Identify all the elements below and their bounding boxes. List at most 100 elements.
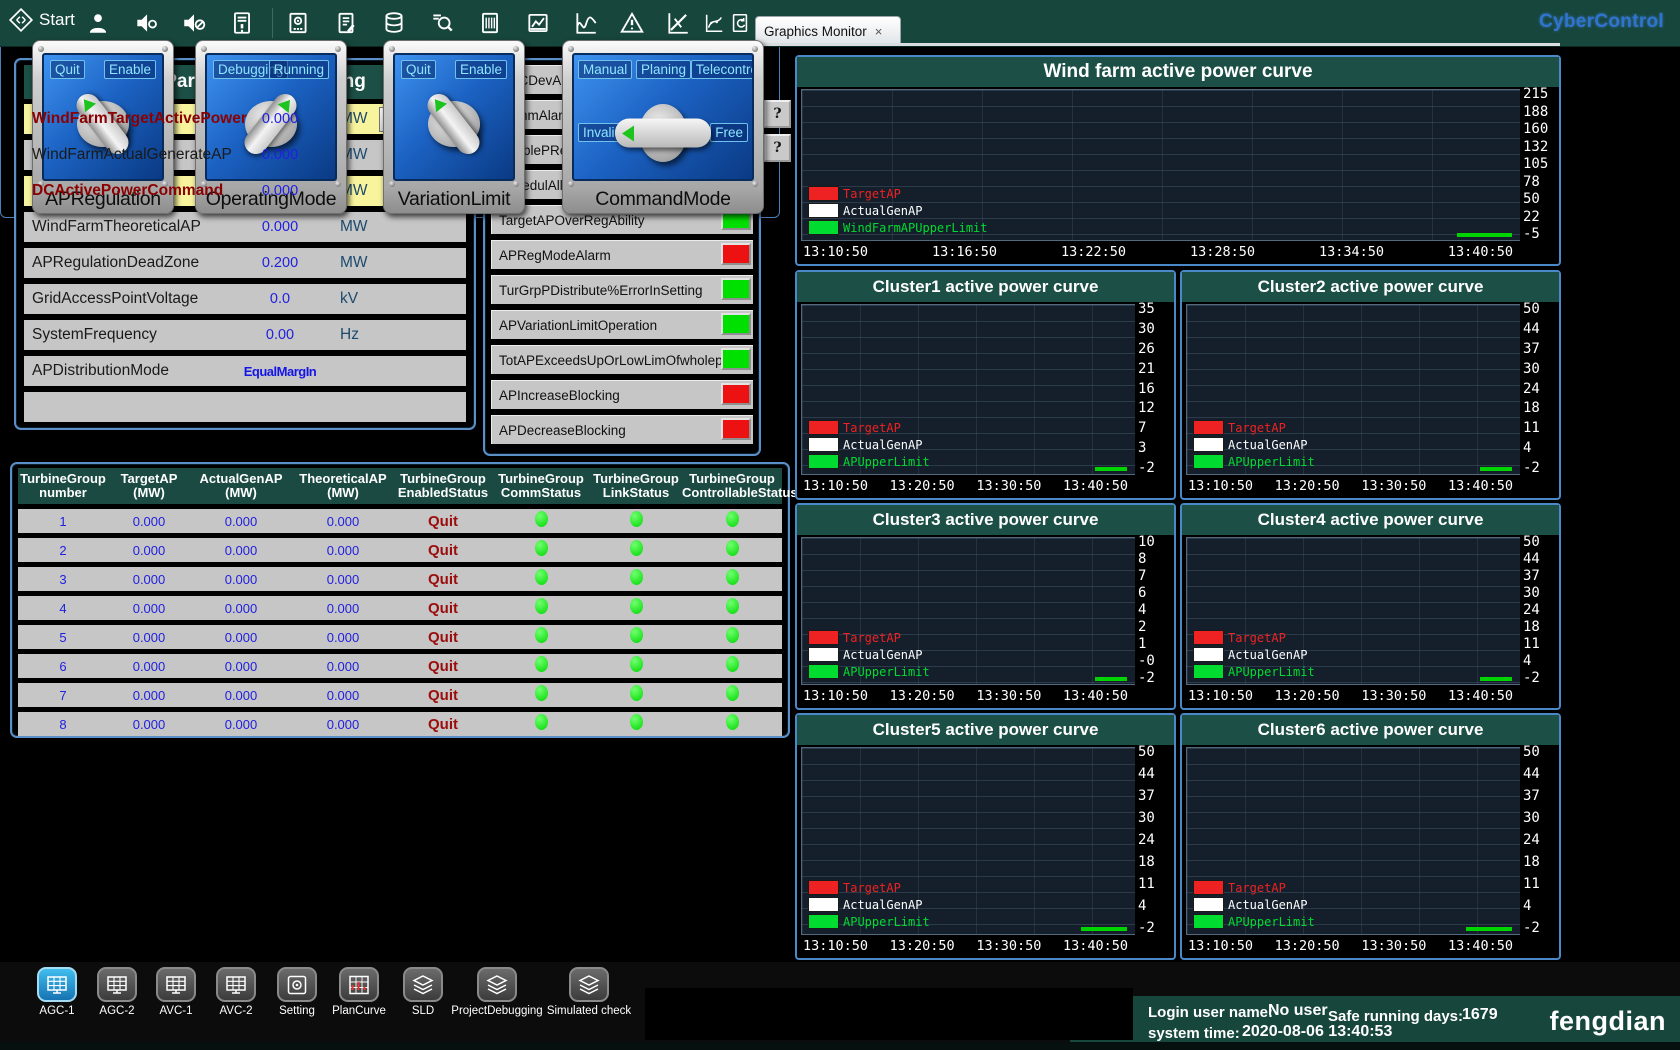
turbine-controllable-status bbox=[682, 540, 782, 561]
y-tick: 105 bbox=[1523, 157, 1559, 171]
y-tick: 30 bbox=[1523, 362, 1559, 376]
y-tick: -2 bbox=[1523, 671, 1559, 685]
y-tick: 6 bbox=[1138, 586, 1174, 600]
legend-entry: TargetAP bbox=[1193, 630, 1315, 645]
legend-label: WindFarmAPUpperLimit bbox=[843, 221, 988, 235]
legend-entry: TargetAP bbox=[1193, 880, 1315, 895]
tab-close-icon[interactable]: × bbox=[875, 24, 883, 39]
y-tick: 37 bbox=[1138, 789, 1174, 803]
note-icon[interactable] bbox=[332, 9, 360, 37]
x-tick: 13:40:50 bbox=[1448, 688, 1513, 708]
y-tick: 44 bbox=[1523, 767, 1559, 781]
user-icon[interactable] bbox=[84, 9, 112, 37]
alarm-label: APIncreaseBlocking bbox=[499, 388, 620, 403]
turbine-controllable-status bbox=[682, 656, 782, 677]
tab-label: Graphics Monitor bbox=[764, 24, 867, 39]
legend-label: APUpperLimit bbox=[1228, 665, 1315, 679]
wave-chart-icon[interactable] bbox=[572, 9, 600, 37]
turbine-actual-ap: 0.000 bbox=[190, 717, 292, 732]
legend-entry: TargetAP bbox=[1193, 420, 1315, 435]
safe-days-value: 1679 bbox=[1462, 1006, 1498, 1024]
green-dot-icon bbox=[535, 511, 548, 527]
switch-label: CommandMode bbox=[557, 188, 769, 211]
switch-option-left[interactable]: Quit bbox=[401, 60, 436, 79]
x-tick: 13:20:50 bbox=[1275, 478, 1340, 498]
block-horn-icon[interactable] bbox=[180, 9, 208, 37]
y-tick: 50 bbox=[1523, 192, 1559, 206]
param-row: APDistributionMode EqualMargIn bbox=[24, 356, 466, 386]
green-dot-icon bbox=[630, 598, 643, 614]
switch-option-manual[interactable]: Manual bbox=[578, 60, 632, 79]
mode-switch-VariationLimit[interactable]: Quit Enable VariationLimit bbox=[383, 40, 525, 214]
legend-swatch bbox=[808, 203, 839, 218]
turbine-theoretical-ap: 0.000 bbox=[292, 717, 394, 732]
legend-entry: APUpperLimit bbox=[1193, 914, 1315, 929]
turbine-theoretical-ap: 0.000 bbox=[292, 659, 394, 674]
chart-y-axis: 504437302418114-2 bbox=[1520, 535, 1559, 685]
chart-legend: TargetAP ActualGenAP APUpperLimit bbox=[808, 880, 930, 929]
time-value: 2020-08-06 13:40:53 bbox=[1242, 1023, 1392, 1041]
report-alert-icon[interactable] bbox=[228, 9, 256, 37]
turbine-column-header: TheoreticalAP(MW) bbox=[292, 472, 394, 501]
legend-swatch bbox=[808, 437, 839, 452]
param-label: DCActivePowerCommand bbox=[32, 182, 223, 200]
doc-bars-icon[interactable] bbox=[476, 9, 504, 37]
turbine-enabled-status: Quit bbox=[394, 600, 492, 617]
doc-refresh-icon[interactable] bbox=[728, 9, 752, 37]
param-label: SystemFrequency bbox=[32, 326, 157, 344]
y-tick: 4 bbox=[1523, 441, 1559, 455]
switch-handle[interactable] bbox=[615, 119, 711, 148]
switch-option-right[interactable]: Enable bbox=[455, 60, 507, 79]
y-tick: 24 bbox=[1523, 603, 1559, 617]
alarm-help-button[interactable]: ? bbox=[764, 134, 791, 162]
chart-slash-icon[interactable] bbox=[664, 9, 692, 37]
mode-switch-CommandMode[interactable]: Manual Planing Telecontrol Invalid Free … bbox=[562, 40, 764, 214]
x-tick: 13:40:50 bbox=[1063, 938, 1128, 958]
legend-swatch bbox=[808, 897, 839, 912]
legend-label: ActualGenAP bbox=[843, 898, 922, 912]
y-tick: 21 bbox=[1138, 362, 1174, 376]
mute-horn-icon[interactable] bbox=[132, 9, 160, 37]
turbine-table-row: 1 0.000 0.000 0.000 Quit bbox=[18, 509, 782, 533]
switch-option-planing[interactable]: Planing bbox=[636, 60, 691, 79]
switch-option-right[interactable]: Enable bbox=[104, 60, 156, 79]
taskbar-item-Simulated check[interactable]: Simulated check bbox=[534, 967, 644, 1017]
chart-x-axis: 13:10:5013:20:5013:30:5013:40:50 bbox=[1182, 935, 1559, 958]
turbine-theoretical-ap: 0.000 bbox=[292, 514, 394, 529]
legend-label: APUpperLimit bbox=[843, 665, 930, 679]
alarm-help-button[interactable]: ? bbox=[764, 100, 791, 128]
warning-icon[interactable] bbox=[618, 9, 646, 37]
switch-option-telecontrol[interactable]: Telecontrol bbox=[691, 60, 754, 79]
alarm-label: APRegModeAlarm bbox=[499, 248, 611, 263]
x-tick: 13:40:50 bbox=[1063, 478, 1128, 498]
layers-icon[interactable] bbox=[403, 967, 443, 1002]
switch-option-left[interactable]: Quit bbox=[50, 60, 85, 79]
y-tick: 44 bbox=[1523, 552, 1559, 566]
chart-box-icon[interactable] bbox=[524, 9, 552, 37]
alarm-indicator bbox=[721, 313, 751, 335]
x-tick: 13:40:50 bbox=[1448, 938, 1513, 958]
search-icon[interactable] bbox=[428, 9, 456, 37]
turbine-comm-status bbox=[492, 598, 590, 619]
switch-option-free[interactable]: Free bbox=[710, 123, 748, 142]
x-tick: 13:30:50 bbox=[976, 478, 1041, 498]
y-tick: 1 bbox=[1138, 637, 1174, 651]
tab-graphics-monitor[interactable]: Graphics Monitor × bbox=[755, 16, 901, 46]
database-icon[interactable] bbox=[380, 9, 408, 37]
layers-icon[interactable] bbox=[569, 967, 609, 1002]
taskbar-blank-field bbox=[645, 988, 1133, 1040]
y-tick: 11 bbox=[1523, 421, 1559, 435]
chart-plot-area: TargetAP ActualGenAP APUpperLimit bbox=[1186, 537, 1520, 685]
layers-icon[interactable] bbox=[477, 967, 517, 1002]
alarm-label: TargetAPOverRegAbility bbox=[499, 213, 645, 228]
monitor-eye-icon[interactable] bbox=[284, 9, 312, 37]
turbine-column-header: TargetAP(MW) bbox=[108, 472, 190, 501]
chart-title: Cluster3 active power curve bbox=[797, 505, 1174, 535]
chart-y-axis: 504437302418114-2 bbox=[1520, 745, 1559, 935]
scatter-chart-icon[interactable] bbox=[702, 9, 726, 37]
switch-option-right[interactable]: Running bbox=[269, 60, 329, 79]
legend-swatch bbox=[808, 880, 839, 895]
start-button[interactable]: Start bbox=[8, 7, 75, 33]
y-tick: 10 bbox=[1138, 535, 1174, 549]
y-tick: 132 bbox=[1523, 140, 1559, 154]
